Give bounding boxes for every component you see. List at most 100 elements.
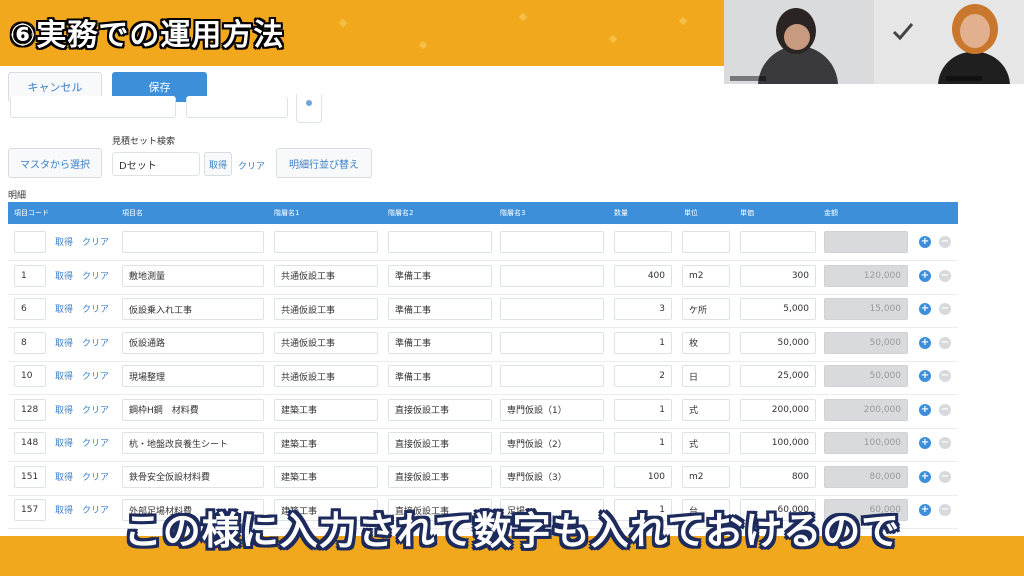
- cell-name[interactable]: 鋼枠H鋼 材料費: [122, 398, 264, 421]
- minus-icon[interactable]: −: [939, 336, 951, 349]
- cell-name[interactable]: 敷地測量: [122, 264, 264, 287]
- cell-qty[interactable]: 2: [614, 365, 672, 387]
- cell-qty[interactable]: 3: [614, 298, 672, 320]
- plus-icon[interactable]: +: [919, 269, 931, 282]
- cell-l3[interactable]: 専門仮設（1）: [500, 398, 604, 421]
- minus-icon[interactable]: −: [939, 236, 951, 248]
- minus-icon[interactable]: −: [939, 470, 951, 483]
- cell-unit[interactable]: m2: [682, 465, 730, 488]
- upper-field-2[interactable]: [186, 96, 288, 118]
- cell-l3[interactable]: [500, 331, 604, 354]
- cell-l2[interactable]: 準備工事: [388, 298, 492, 320]
- row-get-link[interactable]: 取得: [55, 336, 73, 349]
- cell-l2[interactable]: 準備工事: [388, 264, 492, 287]
- cell-qty[interactable]: 1: [614, 331, 672, 354]
- row-get-link[interactable]: 取得: [55, 403, 73, 416]
- cell-l2[interactable]: 準備工事: [388, 331, 492, 354]
- cell-unit[interactable]: ケ所: [682, 298, 730, 320]
- cell-l1[interactable]: 建築工事: [274, 398, 378, 421]
- cell-code[interactable]: 6: [14, 298, 46, 320]
- plus-icon[interactable]: +: [919, 336, 931, 349]
- cell-l2[interactable]: 直接仮設工事: [388, 432, 492, 454]
- cell-price[interactable]: 100,000: [740, 432, 816, 454]
- cell-code[interactable]: 1: [14, 264, 46, 287]
- cell-qty[interactable]: 100: [614, 465, 672, 488]
- minus-icon[interactable]: −: [939, 370, 951, 382]
- cell-code[interactable]: 10: [14, 365, 46, 387]
- cell-price[interactable]: 800: [740, 465, 816, 488]
- cell-code[interactable]: 128: [14, 398, 46, 421]
- cell-l2[interactable]: 直接仮設工事: [388, 398, 492, 421]
- cell-l2[interactable]: 準備工事: [388, 365, 492, 387]
- cell-name[interactable]: [122, 231, 264, 253]
- cell-unit[interactable]: 式: [682, 398, 730, 421]
- bookmark-icon[interactable]: [296, 94, 322, 123]
- cell-price[interactable]: 300: [740, 264, 816, 287]
- estimate-set-clear-link[interactable]: クリア: [238, 159, 265, 172]
- row-clear-link[interactable]: クリア: [82, 470, 109, 483]
- minus-icon[interactable]: −: [939, 303, 951, 315]
- cell-l2[interactable]: 直接仮設工事: [388, 465, 492, 488]
- row-clear-link[interactable]: クリア: [82, 436, 109, 449]
- cell-price[interactable]: 25,000: [740, 365, 816, 387]
- cell-name[interactable]: 杭・地盤改良養生シート: [122, 432, 264, 454]
- minus-icon[interactable]: −: [939, 403, 951, 416]
- row-get-link[interactable]: 取得: [55, 302, 73, 315]
- cell-l3[interactable]: [500, 231, 604, 253]
- cell-qty[interactable]: [614, 231, 672, 253]
- row-clear-link[interactable]: クリア: [82, 403, 109, 416]
- cell-l3[interactable]: [500, 264, 604, 287]
- row-clear-link[interactable]: クリア: [82, 369, 109, 382]
- cell-l3[interactable]: 専門仮設（3）: [500, 465, 604, 488]
- cell-l1[interactable]: 建築工事: [274, 432, 378, 454]
- cell-l1[interactable]: [274, 231, 378, 253]
- estimate-set-get-button[interactable]: 取得: [204, 152, 232, 176]
- cell-qty[interactable]: 1: [614, 398, 672, 421]
- row-get-link[interactable]: 取得: [55, 269, 73, 282]
- row-clear-link[interactable]: クリア: [82, 269, 109, 282]
- cell-qty[interactable]: 400: [614, 264, 672, 287]
- row-get-link[interactable]: 取得: [55, 235, 73, 248]
- cell-price[interactable]: [740, 231, 816, 253]
- cell-l1[interactable]: 共通仮設工事: [274, 264, 378, 287]
- cell-code[interactable]: 148: [14, 432, 46, 454]
- cell-l1[interactable]: 共通仮設工事: [274, 331, 378, 354]
- cell-code[interactable]: 151: [14, 465, 46, 488]
- cell-unit[interactable]: 式: [682, 432, 730, 454]
- estimate-set-input[interactable]: Dセット: [112, 152, 200, 176]
- master-select-button[interactable]: マスタから選択: [8, 148, 102, 178]
- row-get-link[interactable]: 取得: [55, 369, 73, 382]
- cell-l1[interactable]: 共通仮設工事: [274, 365, 378, 387]
- cell-l1[interactable]: 共通仮設工事: [274, 298, 378, 320]
- cell-l3[interactable]: [500, 365, 604, 387]
- plus-icon[interactable]: +: [919, 437, 931, 449]
- cell-price[interactable]: 50,000: [740, 331, 816, 354]
- minus-icon[interactable]: −: [939, 269, 951, 282]
- row-clear-link[interactable]: クリア: [82, 336, 109, 349]
- cell-unit[interactable]: m2: [682, 264, 730, 287]
- cell-name[interactable]: 鉄骨安全仮設材料費: [122, 465, 264, 488]
- row-clear-link[interactable]: クリア: [82, 302, 109, 315]
- cell-name[interactable]: 仮設通路: [122, 331, 264, 354]
- cell-code[interactable]: [14, 231, 46, 253]
- cell-name[interactable]: 仮設乗入れ工事: [122, 298, 264, 320]
- reorder-rows-button[interactable]: 明細行並び替え: [276, 148, 372, 178]
- row-clear-link[interactable]: クリア: [82, 235, 109, 248]
- row-get-link[interactable]: 取得: [55, 470, 73, 483]
- upper-field-1[interactable]: [10, 96, 176, 118]
- plus-icon[interactable]: +: [919, 470, 931, 483]
- cell-qty[interactable]: 1: [614, 432, 672, 454]
- cell-l3[interactable]: [500, 298, 604, 320]
- cell-l3[interactable]: 専門仮設（2）: [500, 432, 604, 454]
- minus-icon[interactable]: −: [939, 437, 951, 449]
- cell-unit[interactable]: 枚: [682, 331, 730, 354]
- cell-name[interactable]: 現場整理: [122, 365, 264, 387]
- cell-l1[interactable]: 建築工事: [274, 465, 378, 488]
- cell-price[interactable]: 5,000: [740, 298, 816, 320]
- plus-icon[interactable]: +: [919, 403, 931, 416]
- plus-icon[interactable]: +: [919, 303, 931, 315]
- cell-code[interactable]: 8: [14, 331, 46, 354]
- plus-icon[interactable]: +: [919, 236, 931, 248]
- cell-unit[interactable]: [682, 231, 730, 253]
- cell-price[interactable]: 200,000: [740, 398, 816, 421]
